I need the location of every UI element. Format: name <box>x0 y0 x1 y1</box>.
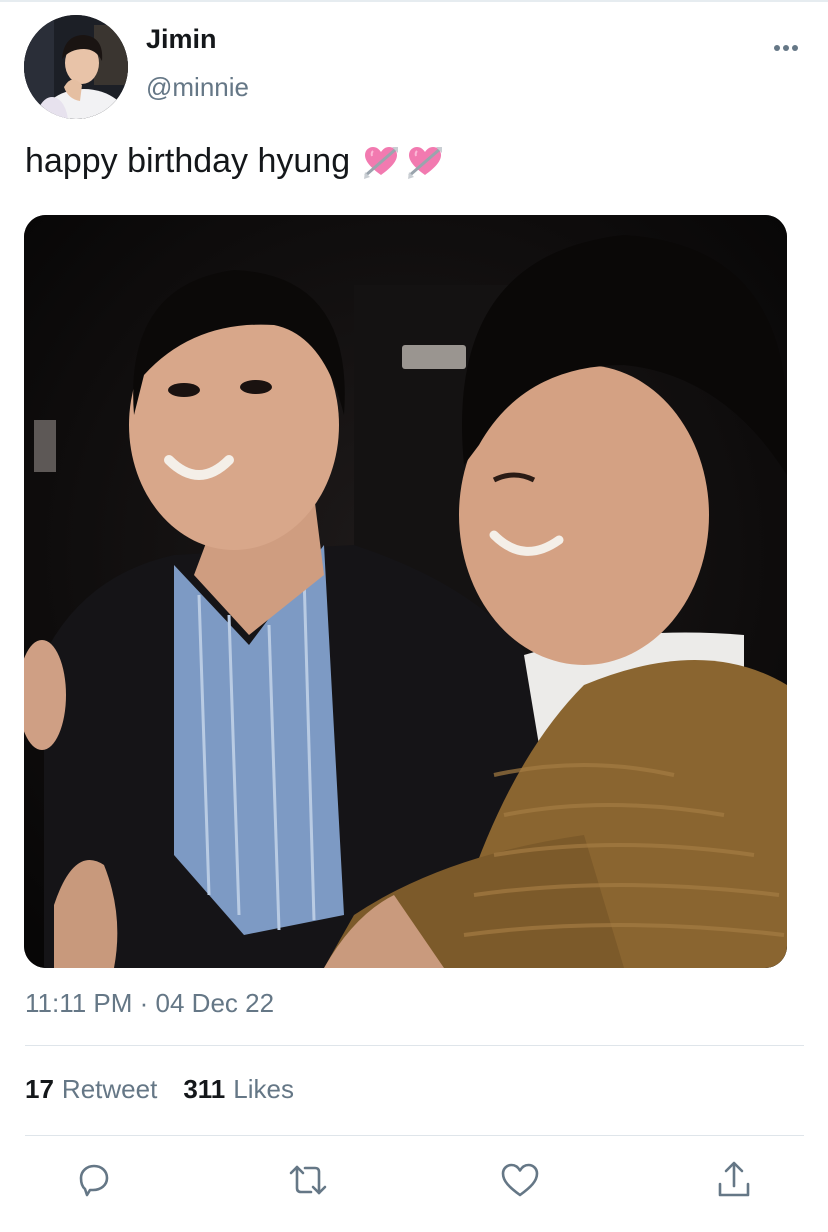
like-button[interactable] <box>498 1160 542 1204</box>
author-handle[interactable]: @minnie <box>146 72 249 103</box>
avatar[interactable] <box>24 15 128 119</box>
retweets-count: 17 <box>25 1074 54 1104</box>
heart-icon <box>500 1162 540 1203</box>
author-display-name[interactable]: Jimin <box>146 24 217 55</box>
reply-icon <box>75 1161 113 1204</box>
likes-count: 311 <box>183 1074 226 1104</box>
reply-button[interactable] <box>72 1160 116 1204</box>
heart-with-arrow-emoji <box>406 143 444 181</box>
avatar-image <box>24 15 128 119</box>
heart-with-arrow-emoji <box>362 143 400 181</box>
tweet-photo-image <box>24 215 787 968</box>
tweet-text-content: happy birthday hyung <box>25 142 351 180</box>
tweet-text: happy birthday hyung <box>25 142 444 181</box>
tweet-timestamp[interactable]: 11:11 PM · 04 Dec 22 <box>25 988 274 1019</box>
top-border <box>0 0 828 2</box>
tweet-stats: 17 Retweet 311 Likes <box>25 1074 294 1105</box>
retweet-button[interactable] <box>286 1160 330 1204</box>
retweets-stat[interactable]: 17 Retweet <box>25 1074 157 1105</box>
share-icon <box>715 1160 753 1205</box>
likes-label: Likes <box>233 1074 294 1104</box>
likes-stat[interactable]: 311 Likes <box>183 1074 294 1105</box>
more-horizontal-icon[interactable] <box>766 34 806 62</box>
divider <box>25 1045 804 1046</box>
retweet-icon <box>287 1161 329 1204</box>
divider <box>25 1135 804 1136</box>
share-button[interactable] <box>712 1160 756 1204</box>
retweets-label: Retweet <box>61 1074 158 1104</box>
tweet-photo[interactable] <box>24 215 787 968</box>
